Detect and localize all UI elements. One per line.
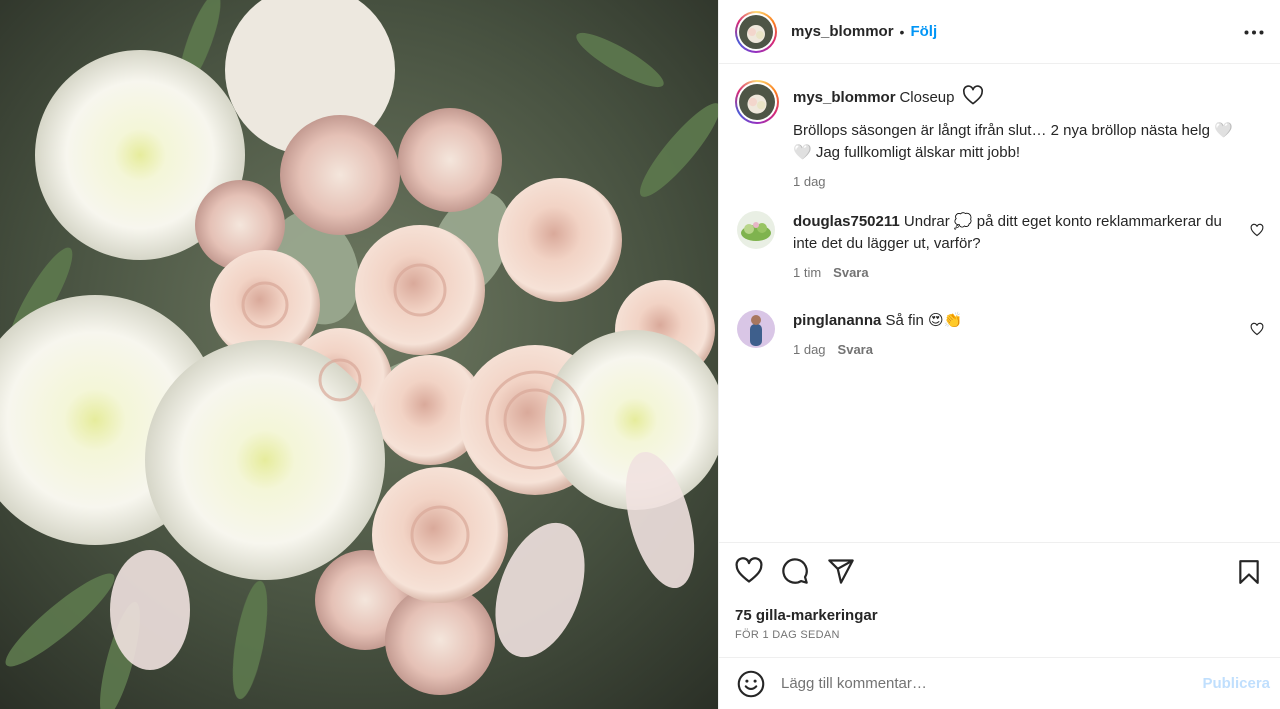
story-ring[interactable] <box>735 10 777 53</box>
follow-button[interactable]: Följ <box>910 23 937 40</box>
caption-text: Bröllops säsongen är långt ifrån slut… 2… <box>793 122 1233 161</box>
caption-username[interactable]: mys_blommor <box>793 89 896 106</box>
comment-input[interactable] <box>781 675 1203 692</box>
heart-icon[interactable] <box>735 557 763 585</box>
caption-story-ring[interactable] <box>735 80 779 124</box>
share-icon[interactable] <box>827 557 855 585</box>
comment-time: 1 dag <box>793 342 826 357</box>
post-header: mys_blommor • Följ <box>719 0 1280 64</box>
reply-button[interactable]: Svara <box>833 265 868 280</box>
add-comment-bar: Publicera <box>719 657 1280 709</box>
comments-list[interactable]: mys_blommor Closeup Bröllops säsongen är… <box>719 64 1280 542</box>
post-username[interactable]: mys_blommor <box>791 23 894 40</box>
caption-time: 1 dag <box>793 174 826 189</box>
bookmark-icon[interactable] <box>1236 559 1262 585</box>
post-actions: 75 gilla-markeringar FÖR 1 DAG SEDAN <box>719 542 1280 657</box>
reply-button[interactable]: Svara <box>838 342 873 357</box>
likes-count[interactable]: 75 gilla-markeringar <box>735 607 1264 624</box>
comment-item: pinglananna Så fin 😍👏 1 dag Svara <box>735 310 1264 357</box>
comment-username[interactable]: douglas750211 <box>793 213 900 230</box>
bouquet-image <box>0 0 718 709</box>
more-horizontal-icon[interactable] <box>1242 20 1266 44</box>
post-date: FÖR 1 DAG SEDAN <box>735 629 840 641</box>
commenter-avatar[interactable] <box>737 310 775 348</box>
caption: mys_blommor Closeup Bröllops säsongen är… <box>735 80 1264 189</box>
comment-username[interactable]: pinglananna <box>793 312 881 329</box>
post-details-pane: mys_blommor • Följ mys_blommor Closeup B… <box>718 0 1280 709</box>
comment-time: 1 tim <box>793 265 822 280</box>
avatar <box>739 84 775 120</box>
commenter-avatar[interactable] <box>737 211 775 249</box>
caption-title: Closeup <box>899 89 955 107</box>
heart-outline-icon <box>962 85 984 112</box>
comment-icon[interactable] <box>781 557 809 585</box>
like-comment-icon[interactable] <box>1250 223 1264 237</box>
separator-dot: • <box>899 23 905 40</box>
avatar <box>739 14 773 49</box>
publish-button[interactable]: Publicera <box>1202 675 1270 692</box>
post-photo[interactable] <box>0 0 718 709</box>
emoji-icon[interactable] <box>737 670 765 698</box>
comment-item: douglas750211 Undrar 💭 på ditt eget kont… <box>735 211 1264 280</box>
post-dialog: mys_blommor • Följ mys_blommor Closeup B… <box>0 0 1280 709</box>
comment-text: Så fin 😍👏 <box>885 312 963 329</box>
like-comment-icon[interactable] <box>1250 322 1264 336</box>
